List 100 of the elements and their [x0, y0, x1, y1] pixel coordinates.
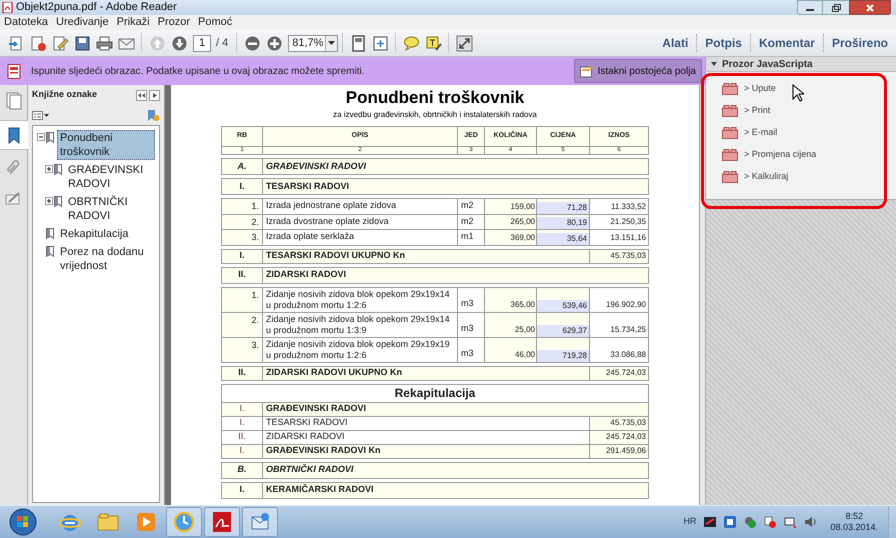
tray-app-icon	[704, 517, 716, 527]
table-cell: m2	[458, 214, 484, 229]
price-field[interactable]: 629,37	[537, 324, 589, 336]
briefcase-icon	[722, 83, 738, 95]
price-field[interactable]: 71,28	[537, 202, 589, 214]
table-cell: I.	[222, 444, 262, 458]
table-cell: 2.	[222, 214, 262, 229]
clock[interactable]: 8:52 08.03.2014.	[830, 511, 878, 533]
right-arrow-icon	[152, 92, 156, 98]
menu-item[interactable]: Prozor	[158, 17, 190, 28]
table-cell: Zidanje nosivih zidova blok opekom 29x19x14 u produžnom mortu 1:3:9	[263, 312, 457, 336]
taskbar-button[interactable]	[242, 507, 278, 537]
table-cell: 21.250,35	[590, 214, 648, 229]
script-item[interactable]: > Print	[744, 104, 770, 118]
start-orb-icon	[8, 507, 38, 537]
expand-toggle[interactable]	[45, 165, 53, 173]
menu-item[interactable]: Uređivanje	[56, 17, 109, 28]
table-cell: 291.459,06	[590, 444, 648, 458]
folder-icon	[97, 511, 119, 533]
disclosure-triangle-icon	[711, 62, 717, 66]
price-field[interactable]: 35,64	[537, 232, 589, 244]
toolbar-tab[interactable]: Komentar	[750, 30, 823, 56]
price-field[interactable]: 719,28	[537, 350, 589, 362]
collapse-panel-button[interactable]	[136, 90, 147, 100]
menu-item[interactable]: Prikaži	[116, 17, 150, 28]
mouse-pointer-icon	[792, 84, 804, 102]
arrow-down-icon	[170, 34, 188, 52]
clock-icon	[173, 511, 195, 533]
bookmark-item[interactable]: Porez na dodanu vrijednost	[57, 244, 155, 274]
table-cell: 196.902,90	[590, 288, 648, 312]
arrow-up-icon	[148, 34, 166, 52]
bookmark-item[interactable]: OBRTNIČKI RADOVI	[65, 194, 159, 224]
table-cell: 33.086,88	[590, 338, 648, 362]
briefcase-icon	[722, 127, 738, 139]
tray-network-icon	[724, 516, 736, 528]
price-field[interactable]: 539,46	[537, 300, 589, 312]
zoom-in-icon	[266, 34, 283, 52]
bookmarks-tab[interactable]	[0, 120, 28, 150]
script-item[interactable]: > Promjena cijena	[744, 148, 816, 162]
price-field[interactable]: 80,19	[537, 217, 589, 229]
page-number-field[interactable]: 1	[193, 34, 211, 52]
menu-item[interactable]: Pomoć	[198, 17, 232, 28]
speaker-icon	[804, 516, 816, 528]
plus-box-icon	[45, 197, 53, 205]
close-button[interactable]	[849, 0, 891, 15]
bookmark-item[interactable]: Ponudbeni troškovnik	[57, 130, 155, 160]
speech-bubble-icon	[402, 34, 420, 52]
toolbar-tab[interactable]: Prošireno	[824, 30, 896, 56]
caret-icon	[44, 114, 49, 116]
script-item[interactable]: > Upute	[744, 82, 776, 96]
window-title: Objekt2puna.pdf - Adobe Reader	[16, 2, 177, 13]
caret-icon	[328, 41, 336, 45]
document-arrow-icon	[8, 34, 24, 52]
table-cell: 15.734,25	[590, 312, 648, 336]
table-cell: 46,00	[485, 338, 536, 362]
bookmark-item[interactable]: GRAĐEVINSKI RADOVI	[65, 162, 159, 192]
script-item[interactable]: > E-mail	[744, 126, 778, 140]
table-cell: 3.	[222, 230, 262, 244]
highlight-fields-button[interactable]: Istakni postojeća polja	[574, 59, 702, 83]
table-cell: ZIDARSKI RADOVI UKUPNO Kn	[263, 366, 589, 380]
form-notice-text: Ispunite sljedeći obrazac. Podatke upisane u ovaj obrazac možete spremiti.	[31, 64, 365, 78]
table-cell: GRAĐEVINSKI RADOVI	[263, 402, 648, 416]
language-indicator[interactable]: HR	[683, 515, 696, 529]
close-icon	[866, 4, 874, 12]
tray-shield-icon	[744, 516, 756, 528]
script-item[interactable]: > Kalkuliraj	[744, 170, 788, 184]
bookmark-item[interactable]: Rekapitulacija	[57, 226, 155, 242]
table-cell: 265,00	[485, 214, 536, 229]
menu-item[interactable]: Datoteka	[4, 17, 48, 28]
table-cell: m3	[458, 338, 484, 362]
options-button[interactable]	[32, 110, 49, 120]
table-cell: 245.724,03	[590, 430, 648, 444]
minimize-button[interactable]	[797, 0, 823, 15]
tray-flag-icon	[764, 516, 776, 528]
restore-button[interactable]	[823, 0, 849, 15]
plus-box-icon	[45, 165, 53, 173]
zoom-dropdown[interactable]: 81,7%	[288, 34, 338, 52]
taskbar-button[interactable]	[204, 507, 240, 537]
table-cell: 159,00	[485, 199, 536, 214]
start-button[interactable]	[8, 507, 38, 537]
table-cell: II.	[222, 366, 262, 380]
collapse-toggle[interactable]	[37, 133, 45, 141]
table-cell: A.	[222, 159, 262, 174]
new-bookmark-button[interactable]	[147, 108, 160, 122]
bookmark-icon	[46, 132, 54, 143]
toolbar-tab[interactable]: Potpis	[697, 30, 750, 56]
table-cell: ZIDARSKI RADOVI	[263, 268, 648, 282]
table-cell: 45.735,03	[590, 250, 648, 262]
expand-panel-button[interactable]	[149, 90, 160, 100]
form-fields-icon	[580, 64, 595, 78]
briefcase-icon	[722, 149, 738, 161]
expand-page-icon	[372, 34, 389, 52]
table-cell: 45.735,03	[590, 416, 648, 430]
table-cell: Zidanje nosivih zidova blok opekom 29x19x14 u produžnom mortu 1:2:6	[263, 288, 457, 312]
table-cell: 1.	[222, 288, 262, 312]
toolbar-tab[interactable]: Alati	[654, 30, 696, 56]
expand-toggle[interactable]	[45, 197, 53, 205]
bookmark-icon	[54, 164, 62, 175]
minus-box-icon	[37, 133, 45, 141]
briefcase-icon	[722, 171, 738, 183]
